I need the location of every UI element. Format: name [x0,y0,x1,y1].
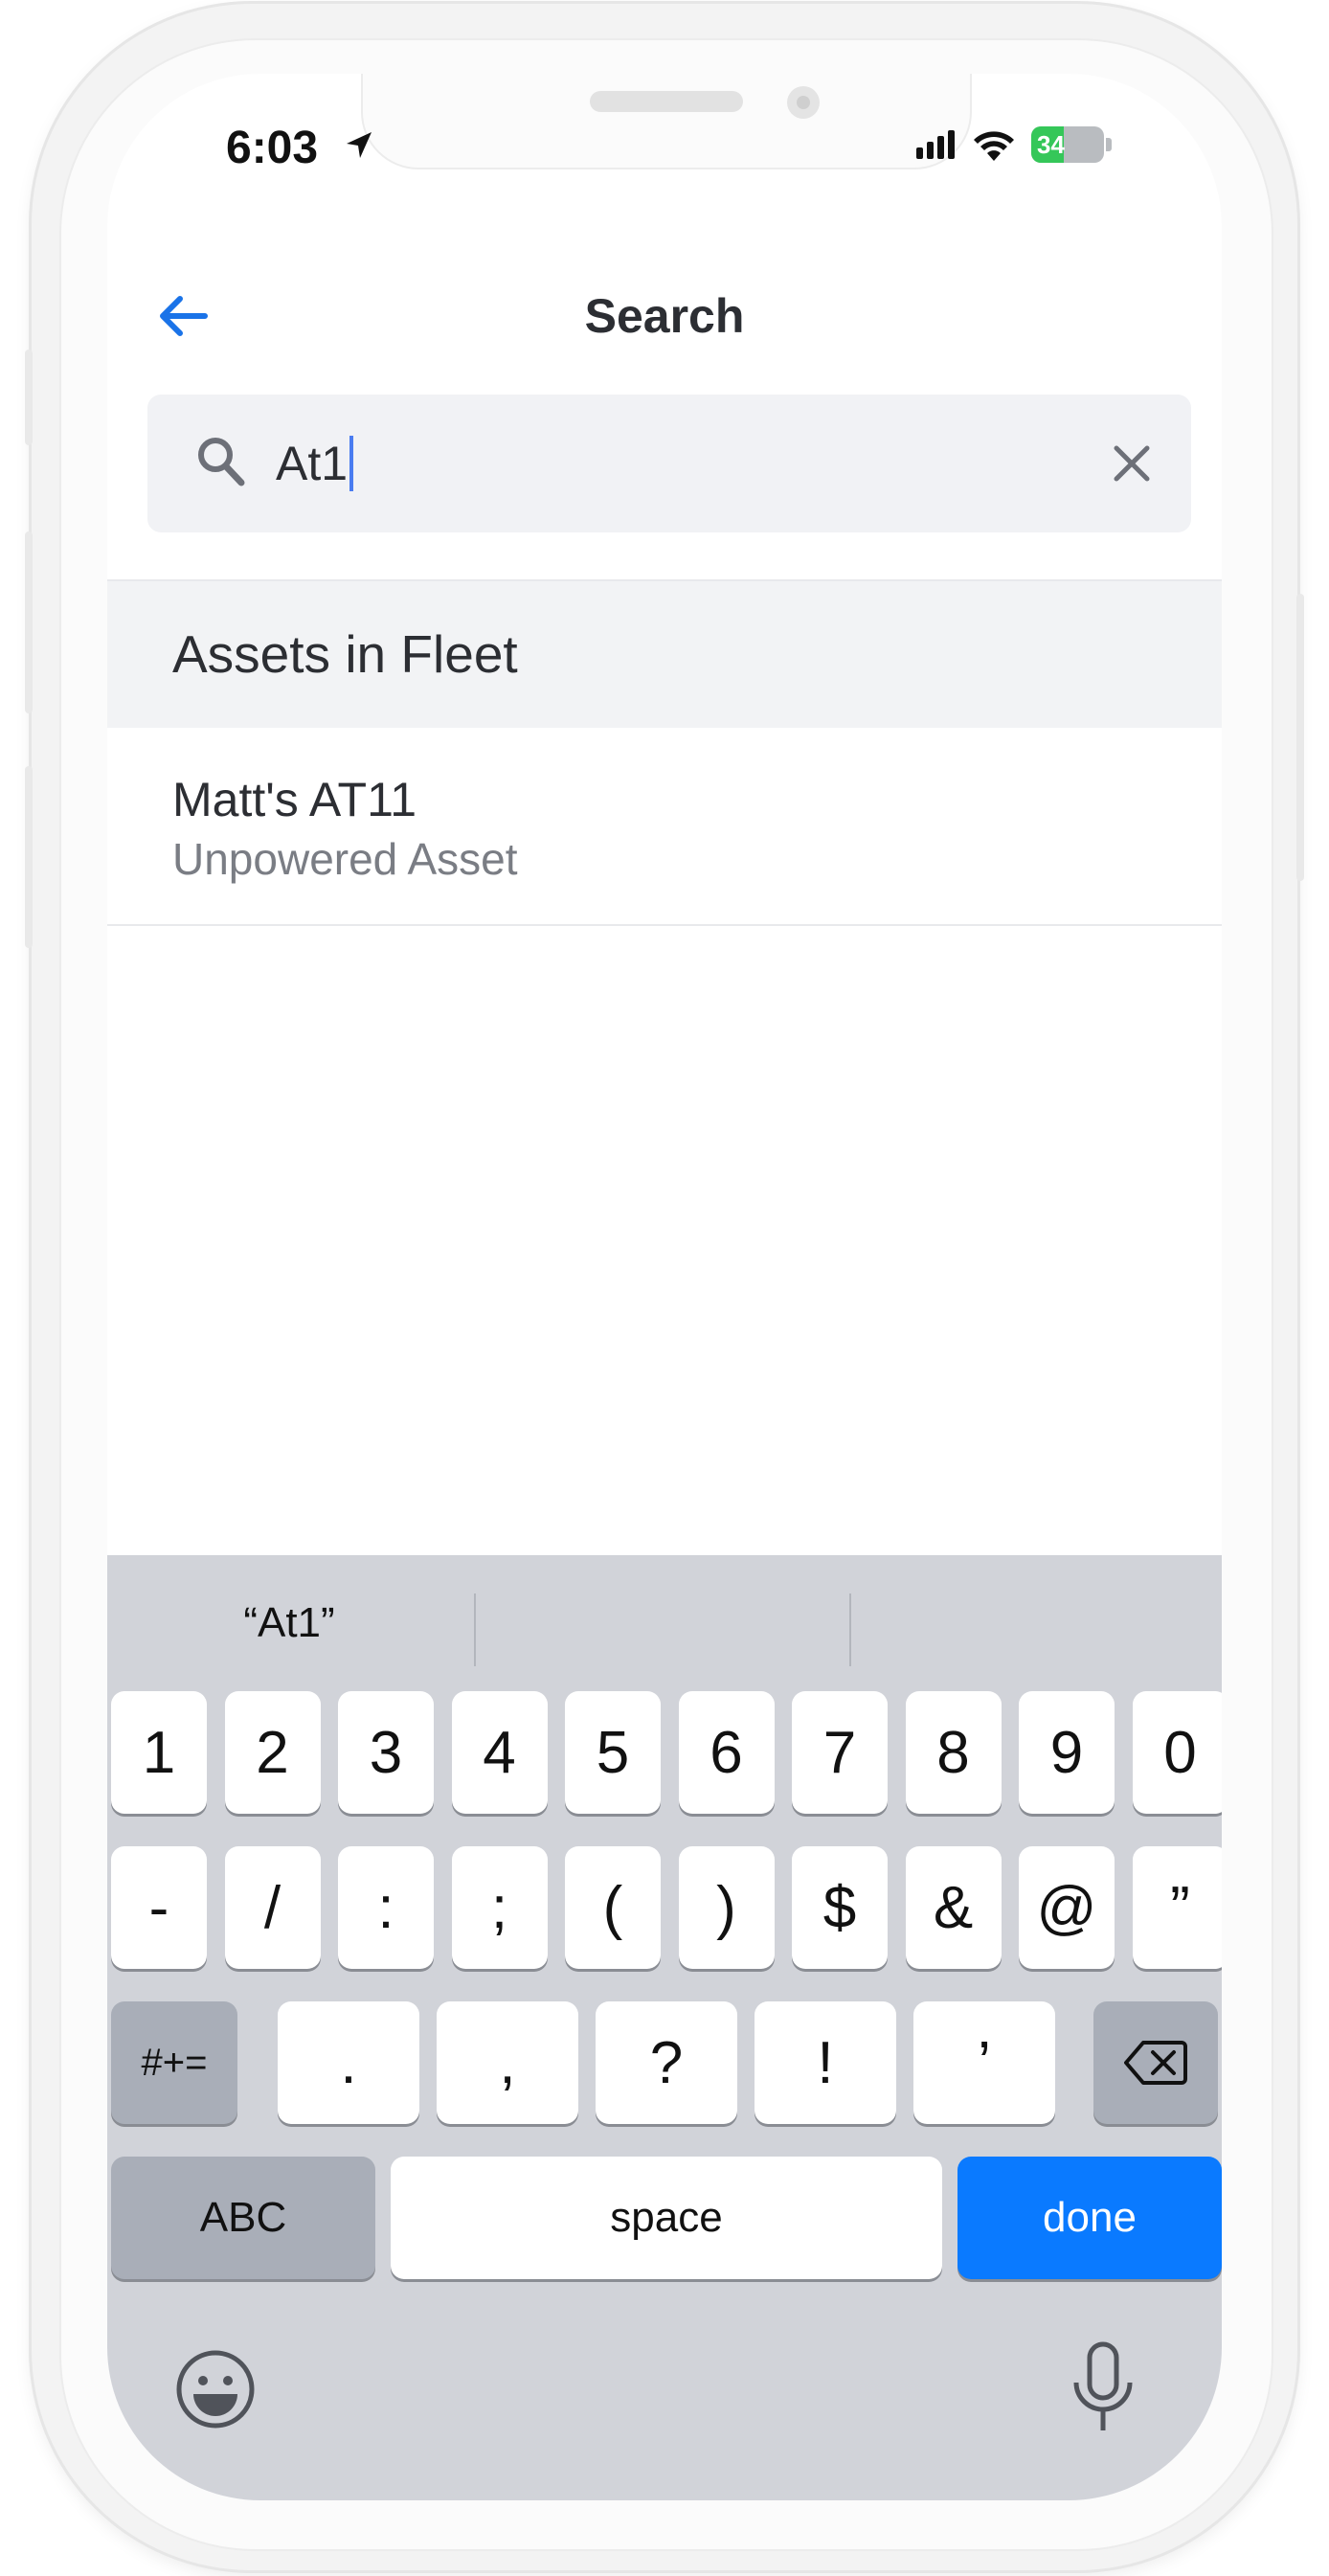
suggestion-divider [474,1593,476,1666]
close-icon [1114,445,1150,482]
number-key[interactable]: 2 [224,1691,321,1814]
cellular-signal-icon [916,130,955,159]
symbol-key[interactable]: @ [1019,1846,1115,1969]
symbol-key[interactable]: $ [792,1846,888,1969]
abc-key[interactable]: ABC [111,2157,375,2279]
search-input[interactable]: At1 [276,427,1042,500]
speaker-grille [590,91,743,112]
number-key[interactable]: 9 [1019,1691,1115,1814]
punctuation-key[interactable]: ? [596,2001,737,2124]
wifi-icon [974,131,1014,161]
front-camera [787,86,820,119]
number-key[interactable]: 7 [792,1691,888,1814]
number-key[interactable]: 0 [1132,1691,1222,1814]
battery-tip [1106,138,1112,151]
silent-switch [25,350,33,445]
punctuation-key[interactable]: . [278,2001,419,2124]
delete-backward-icon [1124,2041,1187,2085]
symbol-key[interactable]: / [224,1846,321,1969]
section-title: Assets in Fleet [172,624,518,684]
symbols-toggle-key[interactable]: #+= [111,2001,237,2124]
status-time: 6:03 [226,123,319,173]
punctuation-key[interactable]: ’ [913,2001,1055,2124]
symbol-key[interactable]: ” [1132,1846,1222,1969]
result-item[interactable]: Matt's AT11 Unpowered Asset [107,728,1222,926]
keyboard: “At1” 1234567890 - /:;() $ & @” #+= .,?!’ AB… [107,1555,1222,2500]
notch [361,74,972,169]
number-key[interactable]: 6 [678,1691,775,1814]
number-key[interactable]: 1 [111,1691,207,1814]
volume-up-button [25,531,33,713]
emoji-icon[interactable] [172,2346,259,2432]
symbol-key[interactable]: ) [678,1846,775,1969]
symbol-key[interactable]: ( [565,1846,661,1969]
power-button [1296,594,1304,881]
search-bar[interactable]: At1 [147,395,1191,532]
clear-search-button[interactable] [1101,433,1162,494]
number-key[interactable]: 3 [338,1691,434,1814]
text-cursor [349,436,354,491]
status-indicators: 34 [916,124,1112,166]
suggestion-divider [849,1593,851,1666]
section-header: Assets in Fleet [107,581,1222,728]
result-subtitle: Unpowered Asset [172,834,518,884]
battery-level: 34 [1037,129,1065,159]
result-title: Matt's AT11 [172,773,417,826]
symbol-key[interactable]: & [905,1846,1002,1969]
number-key[interactable]: 4 [451,1691,548,1814]
microphone-icon[interactable] [1065,2340,1141,2436]
volume-down-button [25,766,33,948]
punctuation-key[interactable]: ! [755,2001,896,2124]
symbol-key[interactable]: - [111,1846,207,1969]
space-key[interactable]: space [391,2157,942,2279]
symbol-key[interactable]: : [338,1846,434,1969]
delete-key[interactable] [1093,2001,1218,2124]
number-key[interactable]: 5 [565,1691,661,1814]
punctuation-key[interactable]: , [437,2001,578,2124]
symbol-key[interactable]: ; [451,1846,548,1969]
location-arrow-icon [347,132,372,158]
suggestion-bar: “At1” [107,1555,1222,1699]
done-key[interactable]: done [957,2157,1222,2279]
search-input-value: At1 [276,437,349,490]
page-title: Search [584,289,745,343]
search-icon [198,438,245,486]
phone-screen: 6:03 34 Search At1 Assets in Fleet Matt'… [107,74,1222,2500]
number-key[interactable]: 8 [905,1691,1002,1814]
suggestion-item[interactable]: “At1” [107,1599,471,1647]
battery-indicator: 34 [1031,126,1104,163]
